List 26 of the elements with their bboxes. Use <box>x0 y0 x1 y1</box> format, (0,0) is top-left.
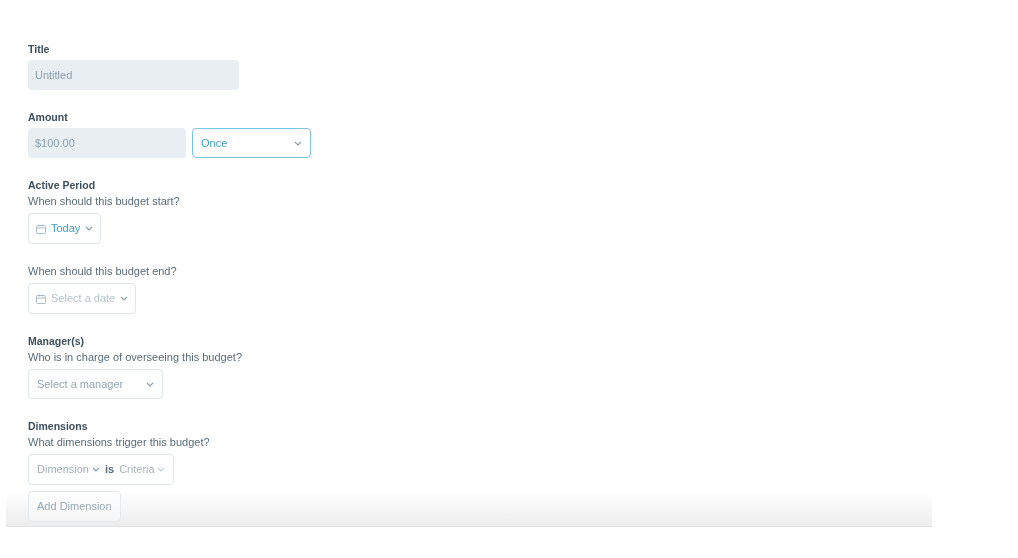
select-dropdown[interactable]: Select a manager <box>28 369 163 399</box>
dimension-dropdown[interactable]: Dimension <box>37 461 100 478</box>
section-label: Dimensions <box>28 419 89 433</box>
chevron-down-icon <box>294 140 302 146</box>
chevron-down-icon <box>146 381 154 387</box>
section-label: Manager(s) <box>28 334 85 348</box>
chevron-down-icon <box>120 296 129 301</box>
calendar-icon <box>36 223 46 234</box>
section-question: Who is in charge of overseeing this budget? <box>28 350 244 364</box>
amount-field[interactable]: $100.00 <box>28 128 186 158</box>
operator-text: is <box>104 462 115 478</box>
criteria-dropdown[interactable]: Criteria <box>119 461 165 478</box>
section-label: Title <box>28 42 51 56</box>
select-dropdown[interactable]: Once <box>192 128 311 158</box>
section-label: Amount <box>28 110 69 124</box>
section-label: Active Period <box>28 178 97 192</box>
chevron-down-icon <box>85 226 94 231</box>
section-question: What dimensions trigger this budget? <box>28 435 211 449</box>
section-question: When should this budget start? <box>28 194 181 208</box>
title-field[interactable]: Untitled <box>28 60 239 90</box>
date-picker-button[interactable]: Select a date <box>28 283 137 314</box>
date-picker-button[interactable]: Today <box>28 213 102 244</box>
section-question: When should this budget end? <box>28 264 178 278</box>
chevron-down-icon <box>91 467 100 472</box>
calendar-icon <box>36 293 46 304</box>
chevron-down-icon <box>156 467 165 472</box>
